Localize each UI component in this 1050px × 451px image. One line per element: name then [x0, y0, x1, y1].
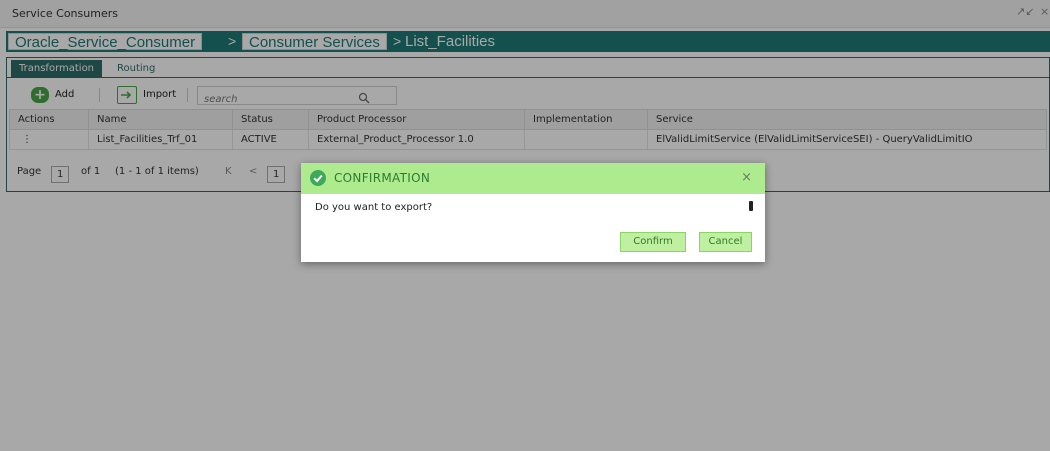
dialog-message: Do you want to export? [315, 202, 433, 213]
confirm-button[interactable]: Confirm [620, 232, 686, 252]
dialog-header: CONFIRMATION × [301, 163, 765, 194]
cancel-button[interactable]: Cancel [699, 232, 752, 252]
dialog-title: CONFIRMATION [334, 171, 431, 185]
dialog-scrollbar[interactable] [749, 201, 753, 211]
check-circle-icon [310, 170, 326, 186]
dialog-close-icon[interactable]: × [741, 170, 752, 185]
confirmation-dialog: CONFIRMATION × Do you want to export? Co… [301, 163, 765, 262]
